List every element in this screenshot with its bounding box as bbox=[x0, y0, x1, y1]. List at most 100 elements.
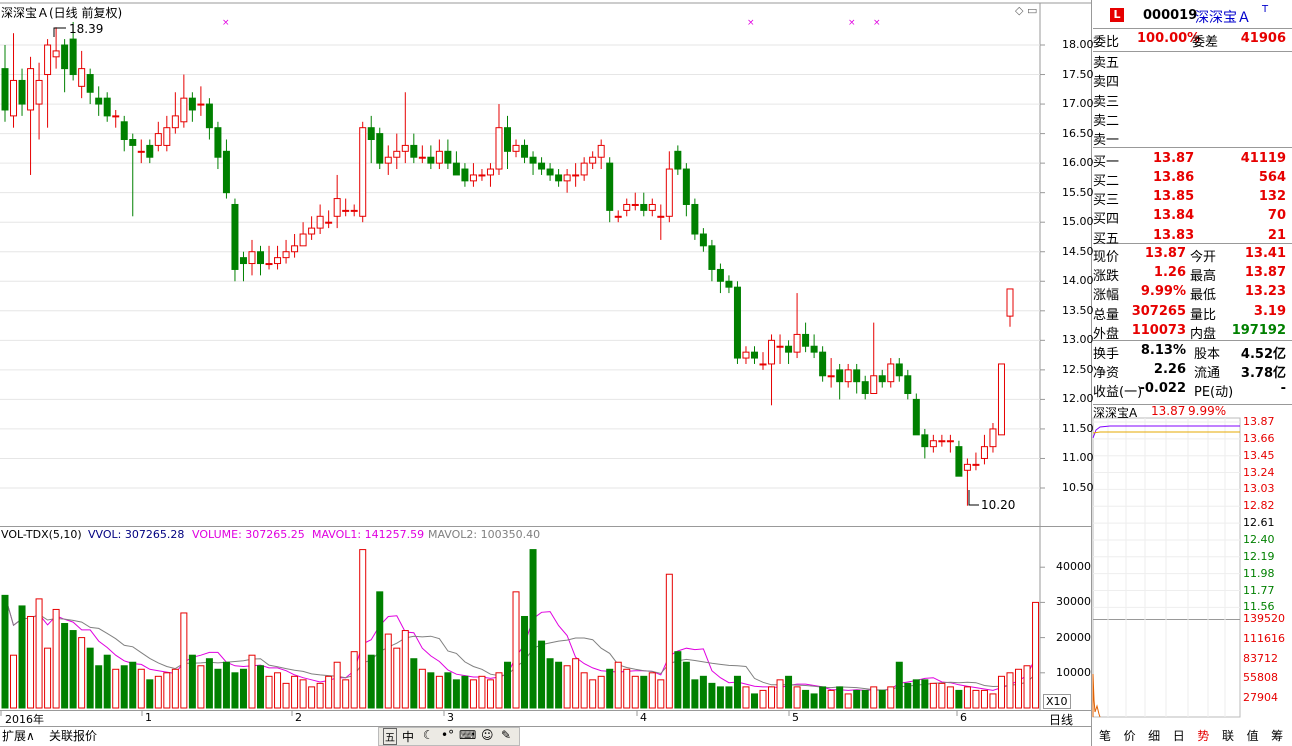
right-panel-tab[interactable]: 势 bbox=[1191, 727, 1215, 745]
volume-bar bbox=[657, 679, 665, 709]
wrench-icon[interactable]: ✎ bbox=[501, 728, 511, 742]
volume-bar bbox=[742, 686, 750, 709]
punctuation-icon[interactable]: •° bbox=[441, 728, 454, 742]
volume-bar bbox=[597, 675, 605, 709]
volume-bar bbox=[887, 686, 895, 709]
volume-bar bbox=[214, 668, 222, 709]
volume-bar bbox=[682, 661, 690, 709]
expand-button[interactable]: 扩展∧ bbox=[2, 727, 35, 745]
price-tick-label: 18.00 bbox=[1062, 38, 1094, 51]
volume-bar bbox=[35, 598, 43, 709]
volume-bar bbox=[282, 682, 290, 709]
buy-level-row: 买二 13.86 564 bbox=[1093, 169, 1286, 189]
related-quotes-button[interactable]: 关联报价 bbox=[49, 727, 97, 745]
volume-bar bbox=[504, 661, 511, 709]
volume-bar bbox=[265, 675, 273, 709]
sell-level-row: 卖四 bbox=[1093, 75, 1120, 91]
volume-bar bbox=[435, 675, 443, 709]
volume-bar bbox=[708, 682, 716, 709]
price-tick-label: 15.00 bbox=[1062, 215, 1094, 229]
right-panel-tab[interactable]: 筹 bbox=[1265, 727, 1289, 745]
min-price-label: 10.20 bbox=[981, 498, 1016, 512]
volume-bar bbox=[231, 672, 239, 709]
volume-bar bbox=[921, 679, 929, 709]
vol-tick-label: 30000 bbox=[1056, 595, 1091, 609]
volume-bar bbox=[1032, 601, 1040, 709]
moon-icon[interactable]: ☾ bbox=[423, 728, 434, 742]
sell-level-row: 卖三 bbox=[1093, 94, 1120, 110]
volume-bar bbox=[376, 591, 384, 709]
right-panel-tab[interactable]: 联 bbox=[1216, 727, 1240, 745]
keyboard-icon[interactable]: ⌨ bbox=[459, 728, 476, 742]
volume-bar bbox=[427, 672, 435, 709]
volume-bar bbox=[844, 693, 852, 709]
price-tick-label: 12.50 bbox=[1062, 362, 1094, 376]
mini-price-tick-label: 12.40 bbox=[1243, 532, 1275, 546]
volume-bar bbox=[810, 693, 818, 709]
volume-bar bbox=[291, 675, 299, 709]
buy-level-row: 买五 13.83 21 bbox=[1093, 227, 1286, 247]
ime-toolbar[interactable]: 五 中 ☾ •° ⌨ ☺ ✎ bbox=[378, 727, 520, 746]
volume-bar bbox=[180, 612, 188, 709]
volume-bar bbox=[112, 668, 120, 709]
price-tick-label: 16.00 bbox=[1062, 156, 1094, 170]
volume-bar bbox=[997, 675, 1005, 709]
volume-bar bbox=[563, 665, 571, 709]
chinese-mode-icon[interactable]: 中 bbox=[402, 728, 414, 745]
quote-stat-row: 总量 307265 量比 3.19 bbox=[1093, 303, 1286, 323]
volume-bar bbox=[580, 672, 588, 709]
candle bbox=[997, 363, 1005, 436]
window-close-icon[interactable]: ▭ bbox=[1027, 4, 1037, 17]
volume-bar bbox=[989, 693, 997, 709]
volume-bar bbox=[572, 658, 580, 709]
vol-tick-label: 10000 bbox=[1056, 665, 1091, 679]
diamond-icon[interactable]: ◇ bbox=[1015, 4, 1023, 17]
volume-bar bbox=[674, 651, 682, 709]
vol-tick-label: 40000 bbox=[1056, 560, 1091, 574]
vvol-value: VVOL: 307265.28 bbox=[88, 528, 185, 541]
volume-bar bbox=[955, 689, 963, 709]
price-tick-label: 17.00 bbox=[1062, 97, 1094, 111]
volume-bar bbox=[129, 661, 137, 709]
volume-bar bbox=[410, 658, 418, 709]
candle bbox=[359, 121, 367, 223]
volume-bar bbox=[10, 654, 18, 709]
ratio-row: 委比 100.00% 委差 41906 bbox=[1093, 31, 1286, 50]
user-icon[interactable]: ☺ bbox=[481, 728, 494, 742]
volume-bar bbox=[1023, 665, 1031, 709]
volume-bar bbox=[469, 679, 477, 709]
candle bbox=[691, 198, 699, 240]
volume-bar bbox=[614, 661, 622, 709]
price-tick-label: 11.50 bbox=[1062, 421, 1094, 435]
period-label[interactable]: 日线 bbox=[1049, 711, 1073, 728]
price-tick-label: 14.50 bbox=[1062, 244, 1094, 258]
price-tick-label: 10.50 bbox=[1062, 481, 1094, 494]
ime-logo-icon[interactable]: 五 bbox=[383, 728, 397, 745]
volume-bar bbox=[418, 668, 426, 709]
volume-bar bbox=[946, 686, 954, 709]
stock-name[interactable]: 深深宝Ａ bbox=[1195, 7, 1251, 27]
right-panel-tab[interactable]: 笔 bbox=[1093, 727, 1117, 745]
volume-bar bbox=[895, 661, 903, 709]
candle bbox=[376, 127, 384, 170]
volume-bar bbox=[197, 665, 205, 709]
volume-bar bbox=[342, 679, 350, 709]
right-panel-tab[interactable]: 价 bbox=[1118, 727, 1142, 745]
volume-bar bbox=[776, 679, 784, 709]
mini-price-tick-label: 12.82 bbox=[1243, 499, 1275, 513]
right-panel-tab[interactable]: 日 bbox=[1167, 727, 1191, 745]
volume-bar bbox=[631, 675, 639, 709]
quote-fin-row: 收益(一) -0.022 PE(动) - bbox=[1093, 381, 1286, 401]
mini-price-tick-label: 11.98 bbox=[1243, 566, 1275, 580]
x-axis-label: 5 bbox=[792, 711, 799, 724]
max-price-label: 18.39 bbox=[69, 22, 104, 36]
price-tick-label: 13.50 bbox=[1062, 303, 1094, 317]
volume-bar bbox=[929, 682, 937, 709]
right-panel-tab[interactable]: 值 bbox=[1241, 727, 1265, 745]
volume-bar bbox=[640, 675, 648, 709]
volume-bar bbox=[623, 668, 631, 709]
candle bbox=[733, 281, 741, 364]
volume-bar bbox=[188, 654, 196, 709]
right-panel-tab[interactable]: 细 bbox=[1142, 727, 1166, 745]
price-tick-label: 12.00 bbox=[1062, 392, 1094, 406]
